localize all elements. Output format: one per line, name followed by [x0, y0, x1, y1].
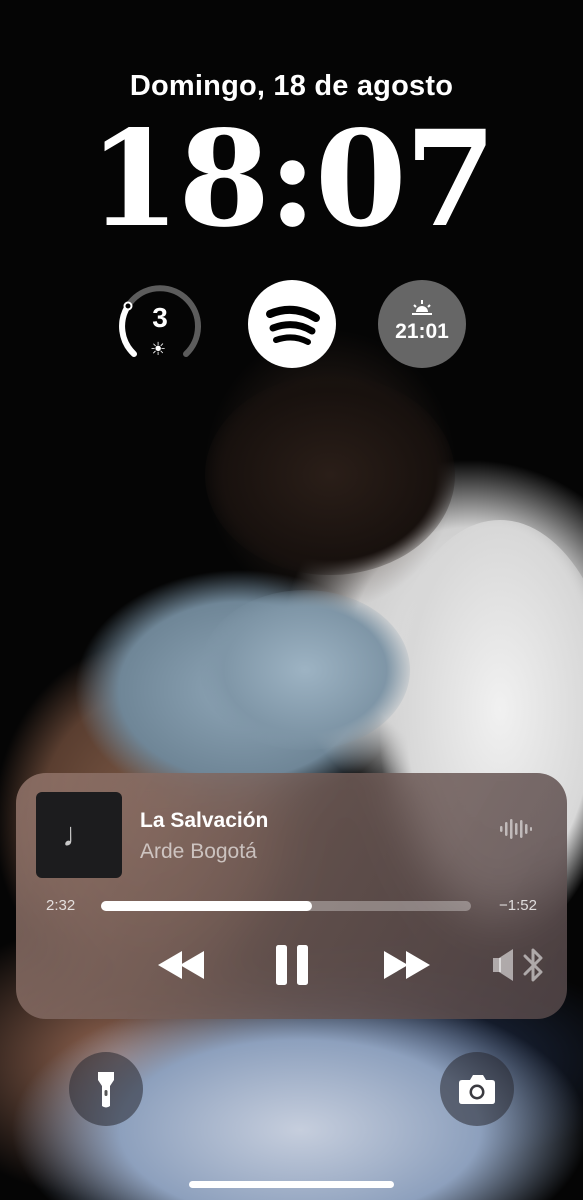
- bluetooth-speaker-icon[interactable]: [491, 947, 545, 983]
- sun-icon: ☀: [150, 339, 167, 359]
- camera-icon: [459, 1075, 495, 1104]
- sunset-icon: [412, 300, 432, 315]
- sunset-widget[interactable]: 21:01: [378, 280, 466, 368]
- lockscreen-clock: 18:07: [88, 102, 496, 257]
- sunset-time: 21:01: [395, 320, 449, 343]
- artist-name: Arde Bogotá: [140, 840, 257, 863]
- album-artwork[interactable]: ♩: [36, 792, 122, 878]
- spotify-icon: [266, 305, 320, 345]
- now-playing-widget[interactable]: ♩ La Salvación Arde Bogotá 2:32 −1:52: [16, 773, 567, 1019]
- flashlight-button[interactable]: [69, 1052, 143, 1126]
- flashlight-icon: [98, 1072, 114, 1108]
- pause-icon[interactable]: [274, 943, 310, 987]
- playback-scrubber[interactable]: [101, 901, 471, 911]
- spotify-widget[interactable]: [248, 280, 336, 368]
- uv-index-widget[interactable]: 3 ☀: [116, 280, 204, 368]
- lockscreen-date: Domingo, 18 de agosto: [129, 70, 454, 102]
- home-indicator[interactable]: [189, 1181, 394, 1188]
- remaining-time: −1:52: [499, 897, 537, 914]
- uv-index-value: 3: [152, 302, 168, 333]
- elapsed-time: 2:32: [46, 897, 76, 914]
- fast-forward-icon[interactable]: [380, 945, 432, 985]
- music-note-icon: ♩: [62, 816, 96, 854]
- rewind-icon[interactable]: [156, 945, 208, 985]
- audio-waveform-icon: [500, 819, 532, 839]
- camera-button[interactable]: [440, 1052, 514, 1126]
- playback-progress-fill: [101, 901, 312, 911]
- song-title: La Salvación: [140, 809, 269, 832]
